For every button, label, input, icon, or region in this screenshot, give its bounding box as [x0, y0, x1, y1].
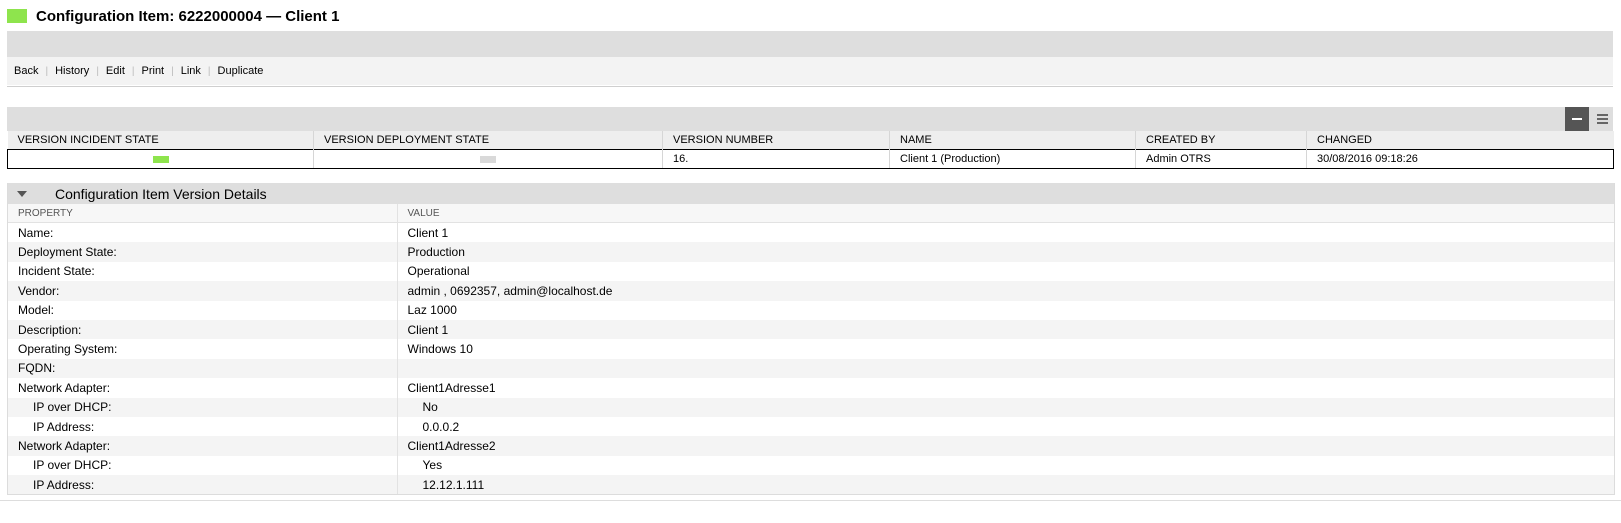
property-value: Laz 1000: [407, 303, 457, 318]
property-label: IP Address:: [8, 475, 398, 495]
property-label: Incident State:: [8, 261, 398, 282]
property-value: Windows 10: [407, 342, 473, 357]
versions-panel-header: [7, 107, 1613, 131]
detail-row: IP Address: 0.0.0.2: [8, 416, 1614, 437]
details-header-row: PROPERTY VALUE: [8, 204, 1614, 223]
property-value: Client1Adresse2: [397, 436, 1614, 456]
detail-row: IP Address: 12.12.1.111: [8, 475, 1614, 495]
details-title: Configuration Item Version Details: [55, 185, 267, 202]
value-header: VALUE: [397, 204, 1614, 223]
versions-panel: VERSION INCIDENT STATE VERSION DEPLOYMEN…: [7, 107, 1614, 169]
column-header-name[interactable]: NAME: [889, 131, 1136, 150]
property-label: Vendor:: [8, 281, 398, 301]
property-value: Operational: [407, 264, 470, 279]
property-value: admin , 0692357, admin@localhost.de: [397, 281, 1614, 301]
history-link[interactable]: History: [55, 65, 89, 77]
actions-panel: Back | History | Edit | Print | Link | D…: [7, 31, 1613, 87]
page-title: Configuration Item: 6222000004 — Client …: [36, 7, 340, 25]
property-label: Name:: [8, 222, 398, 243]
column-header-incident-state[interactable]: VERSION INCIDENT STATE: [7, 131, 314, 150]
created-by-cell: Admin OTRS: [1135, 149, 1307, 169]
property-label: Deployment State:: [8, 242, 398, 262]
detail-row: Network Adapter: Client1Adresse1: [8, 378, 1614, 398]
details-toggle[interactable]: Configuration Item Version Details: [8, 183, 1614, 204]
version-row[interactable]: 16. Client 1 (Production) Admin OTRS 30/…: [7, 149, 1614, 169]
deployment-state-cell: [313, 149, 663, 169]
details-table: PROPERTY VALUE Name: Client 1 Deployment…: [8, 204, 1614, 495]
property-value: [397, 358, 1614, 379]
property-value: Client1Adresse1: [407, 380, 496, 395]
property-label: Network Adapter:: [8, 378, 398, 398]
action-separator: |: [207, 65, 211, 77]
edit-link[interactable]: Edit: [106, 65, 125, 77]
property-value: Production: [397, 242, 1614, 262]
column-header-version-number[interactable]: VERSION NUMBER: [662, 131, 890, 150]
action-menu: Back | History | Edit | Print | Link | D…: [7, 57, 1613, 85]
detail-row: Deployment State: Production: [8, 242, 1614, 262]
detail-row: Incident State: Operational: [8, 261, 1614, 282]
menu-icon[interactable]: [1591, 107, 1613, 131]
print-link[interactable]: Print: [142, 65, 165, 77]
property-label: Operating System:: [8, 339, 398, 359]
link-link[interactable]: Link: [181, 65, 201, 77]
incident-state-cell: [7, 149, 314, 169]
detail-row: Model: Laz 1000: [8, 300, 1614, 320]
property-label: Network Adapter:: [8, 436, 398, 456]
property-value: Client 1: [397, 319, 1614, 340]
property-value: Yes: [422, 458, 443, 473]
action-separator: |: [45, 65, 49, 77]
property-label: Description:: [8, 319, 398, 340]
changed-cell: 30/08/2016 09:18:26: [1306, 149, 1614, 169]
property-label: FQDN:: [8, 358, 398, 379]
version-details-panel: Configuration Item Version Details PROPE…: [7, 183, 1615, 496]
incident-state-swatch: [152, 155, 169, 163]
detail-row: FQDN:: [8, 358, 1614, 379]
detail-row: Network Adapter: Client1Adresse2: [8, 436, 1614, 456]
detail-row: Description: Client 1: [8, 319, 1614, 340]
versions-table: VERSION INCIDENT STATE VERSION DEPLOYMEN…: [7, 131, 1614, 169]
actions-panel-header: [7, 31, 1613, 57]
page-header: Configuration Item: 6222000004 — Client …: [7, 6, 339, 26]
property-value: Client 1: [407, 225, 449, 240]
property-label: IP Address:: [8, 416, 398, 437]
property-label: IP over DHCP:: [8, 455, 398, 476]
detail-row: Vendor: admin , 0692357, admin@localhost…: [8, 281, 1614, 301]
property-value: 12.12.1.111: [397, 475, 1614, 495]
column-header-deployment-state[interactable]: VERSION DEPLOYMENT STATE: [313, 131, 663, 150]
detail-row: IP over DHCP: No: [8, 397, 1614, 417]
minus-icon[interactable]: [1565, 107, 1589, 131]
incident-state-indicator: [7, 9, 27, 23]
page-divider: [0, 500, 1621, 501]
collapse-triangle-icon[interactable]: [17, 190, 27, 197]
action-separator: |: [171, 65, 174, 77]
version-number-cell: 16.: [662, 149, 890, 169]
column-header-created-by[interactable]: CREATED BY: [1135, 131, 1307, 150]
property-header: PROPERTY: [8, 204, 398, 223]
property-value: No: [397, 397, 1614, 417]
property-label: IP over DHCP:: [8, 397, 398, 417]
detail-row: Operating System: Windows 10: [8, 339, 1614, 359]
action-separator: |: [131, 65, 135, 77]
version-name-cell: Client 1 (Production): [889, 149, 1136, 169]
property-value: 0.0.0.2: [422, 419, 460, 434]
column-header-changed[interactable]: CHANGED: [1306, 131, 1614, 150]
deployment-state-swatch: [480, 155, 496, 163]
versions-header-row: VERSION INCIDENT STATE VERSION DEPLOYMEN…: [7, 131, 1614, 150]
back-link[interactable]: Back: [14, 65, 38, 77]
detail-row: Name: Client 1: [8, 222, 1614, 243]
action-separator: |: [96, 65, 99, 77]
detail-row: IP over DHCP: Yes: [8, 455, 1614, 476]
property-label: Model:: [8, 300, 398, 320]
duplicate-link[interactable]: Duplicate: [218, 65, 264, 77]
